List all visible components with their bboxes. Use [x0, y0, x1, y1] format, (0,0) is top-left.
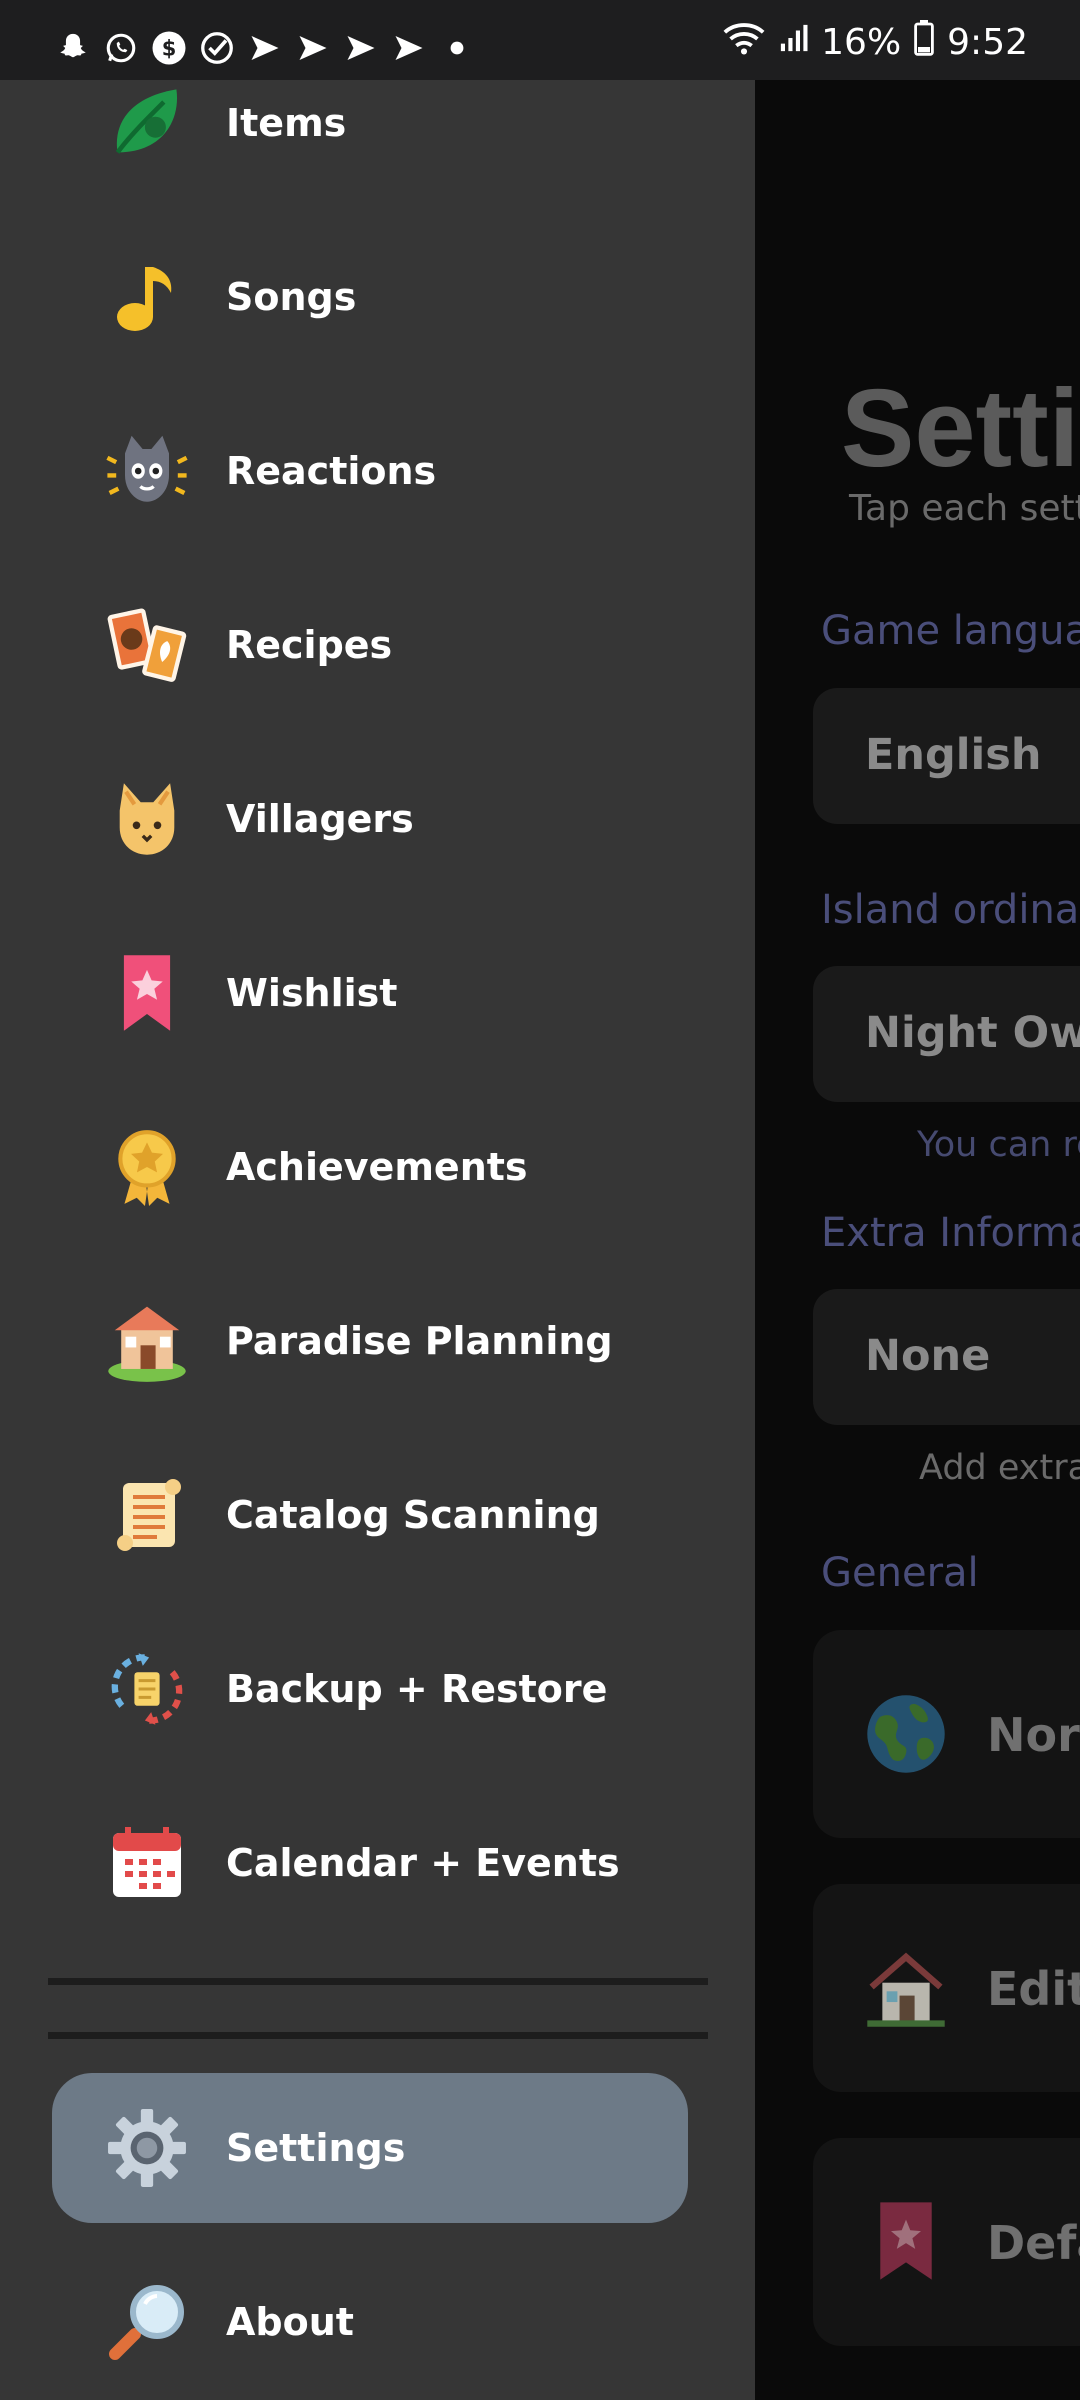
game-language-select[interactable]: English: [813, 688, 1080, 824]
villager-cat-icon: [102, 774, 192, 864]
general-row-label: Defa: [987, 2216, 1080, 2270]
globe-icon: [863, 1691, 949, 1777]
wifi-icon: [721, 20, 767, 65]
drawer-item-backup-restore[interactable]: Backup + Restore: [52, 1614, 688, 1764]
drawer-item-recipes[interactable]: Recipes: [52, 570, 688, 720]
drawer-item-settings[interactable]: Settings: [52, 2073, 688, 2223]
backup-icon: [102, 1644, 192, 1734]
extra-information-value: None: [865, 1331, 991, 1381]
island-ordinance-select[interactable]: Night Owl: [813, 966, 1080, 1102]
drawer-item-paradise-planning[interactable]: Paradise Planning: [52, 1266, 688, 1416]
game-language-value: English: [865, 730, 1042, 780]
page-title: Setti: [841, 367, 1080, 490]
svg-text:$: $: [162, 37, 177, 61]
clock: 9:52: [947, 21, 1028, 63]
scroll-icon: [102, 1470, 192, 1560]
cash-app-icon: $: [150, 29, 188, 67]
drawer-item-reactions[interactable]: Reactions: [52, 396, 688, 546]
general-heading: General: [821, 1550, 979, 1596]
play-icon: [246, 29, 284, 67]
drawer-divider: [48, 2032, 708, 2039]
island-ordinance-note: You can re: [917, 1125, 1080, 1165]
extra-information-note: Add extra: [919, 1448, 1080, 1488]
bookmark-star-icon: [102, 948, 192, 1038]
cat-reaction-icon: [102, 426, 192, 516]
game-language-heading: Game languag: [821, 608, 1080, 654]
general-row-label: Edit: [987, 1962, 1080, 2016]
drawer-item-achievements[interactable]: Achievements: [52, 1092, 688, 1242]
dot-icon: [438, 29, 476, 67]
play-icon: [294, 29, 332, 67]
leaf-icon: [102, 78, 192, 168]
music-note-icon: [102, 252, 192, 342]
play-icon: [390, 29, 428, 67]
calendar-icon: [102, 1818, 192, 1908]
page-subtitle: Tap each settin: [849, 488, 1080, 529]
drawer-item-wishlist[interactable]: Wishlist: [52, 918, 688, 1068]
status-bar: $ 16% 9:52: [0, 0, 1080, 80]
recipe-cards-icon: [102, 600, 192, 690]
general-row-edit[interactable]: Edit: [813, 1884, 1080, 2092]
battery-percent: 16%: [821, 21, 902, 63]
general-row-label: Nor: [987, 1708, 1080, 1762]
extra-information-select[interactable]: None: [813, 1289, 1080, 1425]
battery-icon: [913, 19, 935, 65]
drawer-item-villagers[interactable]: Villagers: [52, 744, 688, 894]
general-row-default[interactable]: Defa: [813, 2138, 1080, 2346]
bookmark-star-icon: [863, 2198, 949, 2284]
check-circle-icon: [198, 29, 236, 67]
magnifier-icon: [102, 2277, 192, 2367]
general-row-nor[interactable]: Nor: [813, 1630, 1080, 1838]
navigation-drawer: Items Songs Reactions Recipes Villagers …: [0, 80, 755, 2400]
extra-information-heading: Extra Informati: [821, 1210, 1080, 1256]
island-ordinance-value: Night Owl: [865, 1008, 1080, 1058]
drawer-item-about[interactable]: About: [52, 2247, 688, 2397]
house-icon: [102, 1296, 192, 1386]
whatsapp-icon: [102, 29, 140, 67]
house-icon: [863, 1944, 949, 2030]
settings-page-background: Setti Tap each settin Game languag Engli…: [755, 80, 1080, 2400]
gear-icon: [102, 2103, 192, 2193]
drawer-item-catalog-scanning[interactable]: Catalog Scanning: [52, 1440, 688, 1590]
play-icon: [342, 29, 380, 67]
drawer-item-calendar-events[interactable]: Calendar + Events: [52, 1788, 688, 1938]
drawer-divider: [48, 1978, 708, 1985]
island-ordinance-heading: Island ordinan: [821, 887, 1080, 933]
signal-icon: [779, 22, 809, 63]
drawer-item-songs[interactable]: Songs: [52, 222, 688, 372]
medal-icon: [102, 1122, 192, 1212]
notification-icons: $: [54, 28, 476, 68]
snapchat-icon: [54, 29, 92, 67]
